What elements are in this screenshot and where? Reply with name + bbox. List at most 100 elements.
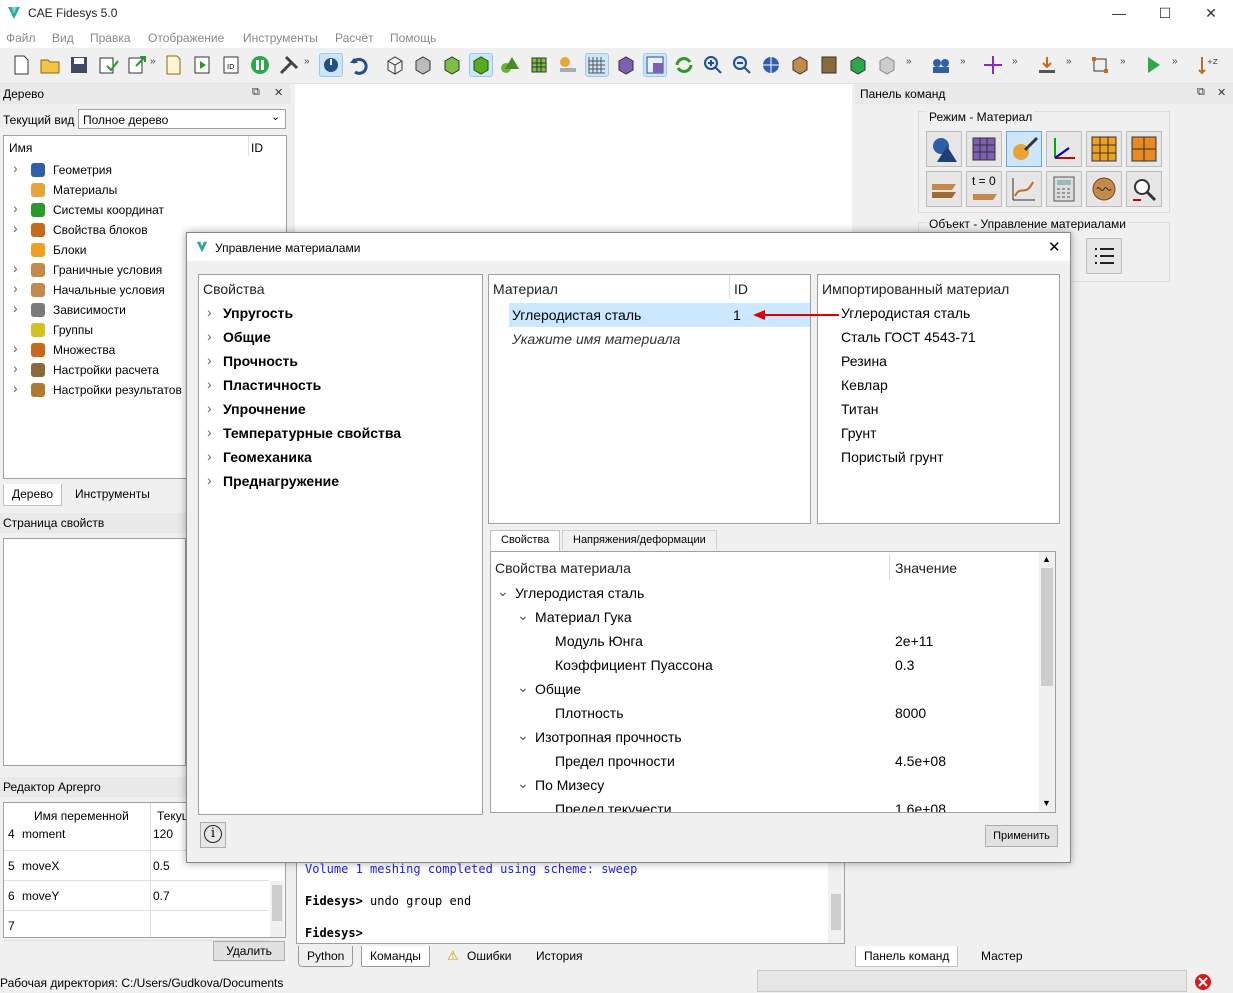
scroll-up-icon[interactable]: ▲ [1042, 554, 1051, 564]
tab-history[interactable]: История [528, 946, 591, 966]
property-row[interactable]: ⌄ Изотропная прочность [491, 726, 1039, 750]
toolbar-overflow[interactable]: » [304, 56, 310, 67]
aprepro-scrollbar[interactable] [270, 881, 284, 937]
undock-icon[interactable]: ⧉ [252, 86, 260, 99]
imported-material-item[interactable]: Грунт [841, 425, 877, 441]
mesh-cube-icon[interactable] [528, 54, 550, 76]
chevron-down-icon[interactable]: ⌄ [497, 583, 509, 600]
pan-icon[interactable] [760, 54, 782, 76]
scroll-thumb[interactable] [831, 894, 841, 930]
chevron-right-icon[interactable]: › [207, 424, 212, 440]
material-list-button[interactable] [1086, 238, 1122, 274]
solid-cube-icon[interactable] [469, 53, 493, 77]
wireframe-cube-icon[interactable] [384, 54, 406, 76]
aprepro-var-value[interactable]: 0.7 [153, 889, 170, 903]
info-button[interactable]: i [200, 822, 226, 848]
script-icon[interactable] [162, 54, 184, 76]
new-file-icon[interactable] [10, 54, 32, 76]
chevron-right-icon[interactable]: › [207, 448, 212, 464]
property-value[interactable]: 0.3 [895, 657, 914, 673]
measure-icon[interactable] [1036, 54, 1058, 76]
close-icon[interactable]: ✕ [274, 86, 283, 99]
menu-file[interactable]: Файл [6, 31, 36, 45]
transform-icon[interactable] [1089, 54, 1111, 76]
imported-material-item[interactable]: Углеродистая сталь [841, 305, 970, 321]
console-line-prompt[interactable]: Fidesys> [305, 926, 363, 940]
results-mode-button[interactable] [1086, 171, 1122, 207]
toolbar-overflow[interactable]: » [1066, 56, 1072, 67]
property-group-item[interactable]: › Упрочнение [207, 400, 477, 423]
property-group-item[interactable]: › Упругость [207, 304, 477, 327]
chevron-right-icon[interactable]: › [13, 300, 18, 316]
chevron-right-icon[interactable]: › [13, 360, 18, 376]
shaded-cube-icon[interactable] [441, 54, 463, 76]
gray-cube-icon[interactable] [876, 54, 898, 76]
menu-tools[interactable]: Инструменты [243, 31, 318, 45]
inspect-mode-button[interactable] [1126, 171, 1162, 207]
imported-material-item[interactable]: Пористый грунт [841, 449, 944, 465]
geometry-icon[interactable] [499, 54, 521, 76]
calc-settings-mode-button[interactable] [1046, 171, 1082, 207]
minimize-button[interactable]: — [1096, 0, 1142, 28]
close-icon[interactable]: ✕ [1217, 86, 1226, 99]
tab-wizard[interactable]: Мастер [973, 946, 1031, 966]
toolbar-overflow[interactable]: » [150, 56, 156, 67]
dialog-close-button[interactable]: ✕ [1048, 238, 1061, 256]
apply-button[interactable]: Применить [985, 825, 1058, 847]
property-row[interactable]: Предел текучести 1.6e+08 [491, 798, 1039, 812]
mesh-mode-button[interactable] [966, 131, 1002, 167]
error-status-icon[interactable] [1194, 973, 1212, 991]
green-cube-icon[interactable] [847, 54, 869, 76]
menu-display[interactable]: Отображение [148, 31, 224, 45]
toolbar-overflow[interactable]: » [906, 56, 912, 67]
toolbar-overflow[interactable]: » [960, 56, 966, 67]
group-icon[interactable] [930, 54, 952, 76]
aprepro-var-name[interactable]: moment [22, 827, 65, 841]
property-group-item[interactable]: › Преднагружение [207, 472, 477, 495]
open-folder-icon[interactable] [39, 54, 61, 76]
select-icon[interactable] [319, 53, 343, 77]
pause-icon[interactable] [249, 54, 271, 76]
chevron-right-icon[interactable]: › [13, 200, 18, 216]
tab-commands[interactable]: Команды [361, 946, 430, 967]
tab-tools[interactable]: Инструменты [67, 484, 158, 504]
scroll-thumb[interactable] [1041, 568, 1053, 686]
toolbar-overflow[interactable]: » [1012, 56, 1018, 67]
aprepro-var-name[interactable]: moveX [22, 859, 59, 873]
property-value[interactable]: 1.6e+08 [895, 801, 946, 812]
chevron-right-icon[interactable]: › [13, 160, 18, 176]
coordinate-mode-button[interactable] [1046, 131, 1082, 167]
aprepro-var-value[interactable]: 120 [153, 827, 173, 841]
chevron-right-icon[interactable]: › [207, 400, 212, 416]
undo-icon[interactable] [348, 54, 370, 76]
chevron-down-icon[interactable]: ⌄ [517, 607, 529, 624]
chevron-right-icon[interactable]: › [207, 304, 212, 320]
close-window-button[interactable]: ✕ [1188, 0, 1233, 28]
window-icon[interactable] [643, 53, 667, 77]
tree-item[interactable]: › Системы координат [4, 200, 286, 220]
menu-help[interactable]: Помощь [390, 31, 436, 45]
chevron-right-icon[interactable]: › [13, 340, 18, 356]
imported-material-item[interactable]: Кевлар [841, 377, 888, 393]
delete-button[interactable]: Удалить [213, 941, 285, 961]
chevron-right-icon[interactable]: › [207, 328, 212, 344]
tools-icon[interactable] [278, 54, 300, 76]
material-property-table[interactable]: Свойства материала Значение ⌄ Углеродиста… [490, 551, 1056, 813]
material-mode-button[interactable] [1006, 131, 1042, 167]
chevron-right-icon[interactable]: › [13, 280, 18, 296]
chevron-right-icon[interactable]: › [13, 380, 18, 396]
property-row[interactable]: Модуль Юнга 2e+11 [491, 630, 1039, 654]
texture-icon[interactable] [818, 54, 840, 76]
save-icon[interactable] [68, 54, 90, 76]
menu-calculation[interactable]: Расчёт [335, 31, 374, 45]
imported-material-item[interactable]: Сталь ГОСТ 4543-71 [841, 329, 976, 345]
scroll-thumb[interactable] [272, 885, 282, 921]
hidden-cube-icon[interactable] [412, 54, 434, 76]
property-row[interactable]: ⌄ Материал Гука [491, 606, 1039, 630]
chevron-right-icon[interactable]: › [13, 260, 18, 276]
block-mode-button[interactable] [1086, 131, 1122, 167]
command-console[interactable]: Volume 1 meshing completed using scheme:… [296, 855, 845, 944]
refresh-icon[interactable] [673, 54, 695, 76]
sort-icon[interactable]: +Z [1196, 54, 1218, 76]
property-row[interactable]: ⌄ Углеродистая сталь [491, 582, 1039, 606]
